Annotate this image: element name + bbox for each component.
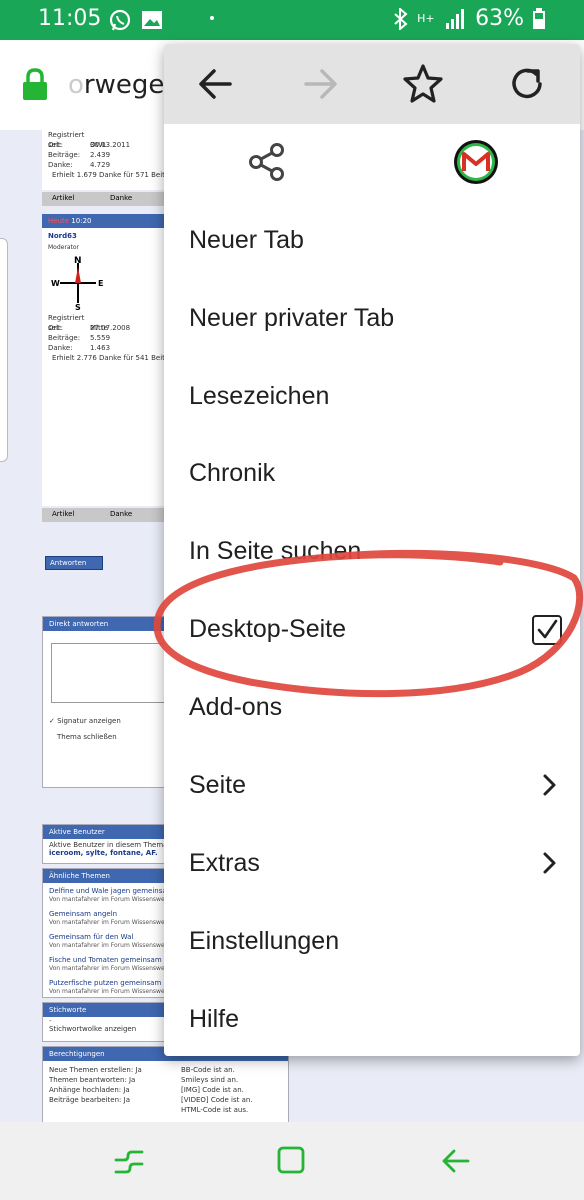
forward-button[interactable]: [298, 61, 344, 107]
artikel-link[interactable]: Artikel: [52, 194, 74, 202]
menu-item-desktop-site[interactable]: Desktop-Seite: [164, 593, 580, 671]
close-thread-option[interactable]: Thema schließen: [57, 733, 117, 741]
bookmark-star-icon: [403, 64, 443, 103]
bookmark-button[interactable]: [400, 61, 446, 107]
gmail-icon[interactable]: [452, 138, 500, 186]
menu-item-page[interactable]: Seite: [164, 749, 580, 827]
desktop-site-checkbox[interactable]: [532, 615, 562, 645]
checkmark-icon: [537, 619, 558, 639]
artikel-link[interactable]: Artikel: [52, 510, 74, 518]
antworten-button[interactable]: Antworten: [45, 556, 103, 570]
compass-w: W: [51, 279, 60, 288]
chevron-right-icon: [543, 852, 556, 874]
battery-icon: [533, 7, 545, 29]
recent-apps-icon[interactable]: [112, 1144, 146, 1178]
compass-avatar: N S W E: [51, 256, 103, 312]
network-type: H+: [417, 11, 435, 25]
back-nav-icon[interactable]: [438, 1144, 472, 1178]
back-button[interactable]: [192, 61, 238, 107]
lock-icon: [23, 68, 47, 100]
permissions-right: BB-Code ist an. Smileys sind an. [IMG] C…: [181, 1066, 253, 1114]
signature-checkbox[interactable]: ✓ Signatur anzeigen: [49, 717, 121, 725]
menu-item-tools[interactable]: Extras: [164, 827, 580, 905]
menu-item-new-tab[interactable]: Neuer Tab: [164, 204, 580, 282]
back-icon: [199, 69, 232, 99]
chevron-right-icon: [543, 774, 556, 796]
signal-icon: [446, 8, 465, 29]
home-icon[interactable]: [276, 1144, 306, 1176]
menu-item-help[interactable]: Hilfe: [164, 983, 580, 1056]
permissions-panel: Berechtigungen Neue Themen erstellen: Ja…: [42, 1046, 289, 1122]
share-icon[interactable]: [248, 142, 286, 182]
gallery-icon: [142, 11, 162, 29]
compass-s: S: [75, 303, 81, 311]
menu-item-settings[interactable]: Einstellungen: [164, 905, 580, 983]
menu-nav-row: [164, 44, 580, 124]
menu-item-find-in-page[interactable]: In Seite suchen: [164, 515, 580, 593]
status-right: H+ 63%: [393, 6, 546, 31]
notification-icons: [108, 8, 192, 38]
menu-item-bookmarks[interactable]: Lesezeichen: [164, 360, 580, 438]
reload-button[interactable]: [504, 61, 550, 107]
battery-percent: 63%: [475, 6, 524, 31]
system-nav-bar: [0, 1122, 584, 1200]
status-bar: 11:05 H+ 63%: [0, 0, 584, 40]
compass-e: E: [98, 279, 103, 288]
clock: 11:05: [38, 6, 102, 31]
notification-dot: [210, 16, 214, 20]
permissions-left: Neue Themen erstellen: Ja Themen beantwo…: [49, 1066, 142, 1104]
browser-overflow-menu: Neuer Tab Neuer privater Tab Lesezeichen…: [164, 44, 580, 1056]
forward-icon: [304, 69, 337, 99]
menu-item-history[interactable]: Chronik: [164, 437, 580, 515]
menu-item-addons[interactable]: Add-ons: [164, 671, 580, 749]
side-panel-edge: [0, 238, 8, 462]
danke-button[interactable]: Danke: [110, 194, 132, 202]
menu-item-new-private-tab[interactable]: Neuer privater Tab: [164, 282, 580, 360]
bluetooth-icon: [394, 7, 408, 30]
danke-button[interactable]: Danke: [110, 510, 132, 518]
menu-share-row: [164, 124, 580, 204]
reload-icon: [512, 68, 542, 99]
compass-n: N: [74, 256, 82, 266]
